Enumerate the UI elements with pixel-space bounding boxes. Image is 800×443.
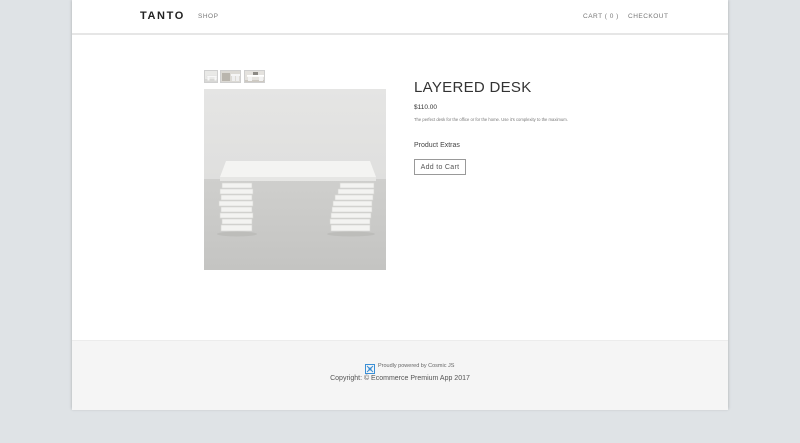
product-thumbnail-3[interactable] [244,70,265,83]
powered-by-text: Proudly powered by Cosmic JS [378,363,455,369]
product-price: $110.00 [414,104,438,111]
product-thumbnail-2[interactable] [220,70,241,83]
nav-cart[interactable]: CART ( 0 ) [583,13,619,20]
site-logo[interactable]: TANTO [140,10,185,22]
product-description: The perfect desk for the office or for t… [414,117,568,122]
nav-shop[interactable]: SHOP [198,13,218,20]
product-extras-label: Product Extras [414,142,460,149]
site-header: TANTO SHOP CART ( 0 ) CHECKOUT [72,0,728,35]
nav-checkout[interactable]: CHECKOUT [628,13,668,20]
product-title: LAYERED DESK [414,79,532,96]
copyright-text: Copyright: © Ecommerce Premium App 2017 [330,375,470,382]
product-thumbnail-1[interactable] [204,70,218,83]
page-container: TANTO SHOP CART ( 0 ) CHECKOUT LAYERED D… [72,0,728,410]
add-to-cart-button[interactable]: Add to Cart [414,159,466,175]
site-footer: Proudly powered by Cosmic JS Copyright: … [72,340,728,410]
product-main-image [204,89,386,270]
